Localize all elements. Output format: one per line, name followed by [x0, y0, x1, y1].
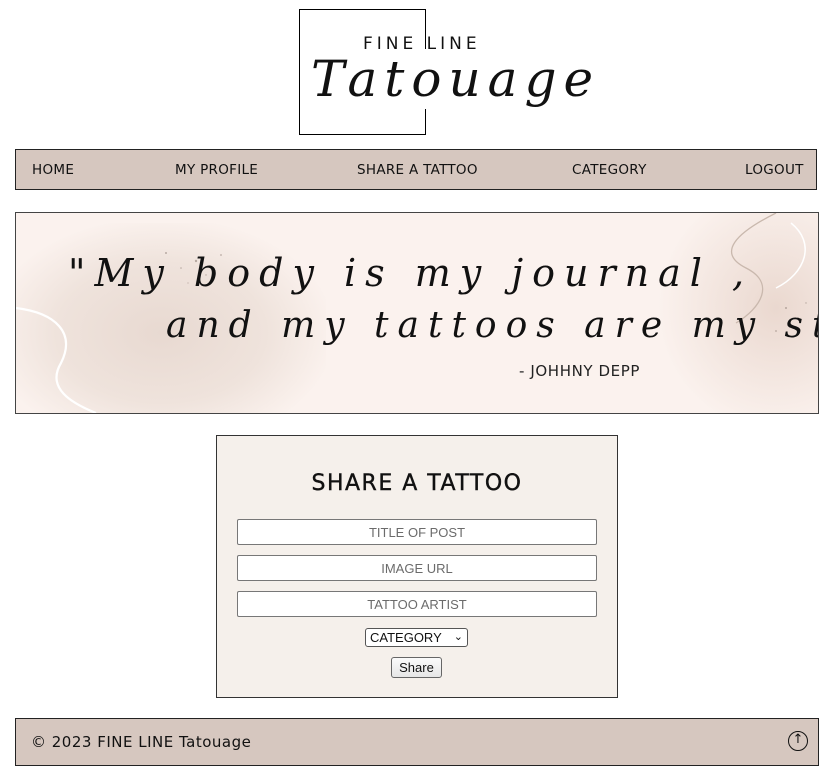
site-logo[interactable]: FINE LINE Tatouage — [299, 9, 605, 135]
nav-my-profile[interactable]: MY PROFILE — [175, 162, 258, 178]
share-tattoo-form: SHARE A TATTOO CATEGORY ⌄ Share — [216, 435, 618, 698]
form-heading: SHARE A TATTOO — [311, 471, 523, 496]
chevron-down-icon: ⌄ — [453, 631, 463, 643]
quote-author: - JOHHNY DEPP — [519, 362, 641, 380]
site-footer: © 2023 FINE LINE Tatouage ↑ — [15, 718, 819, 766]
category-selected-value: CATEGORY — [370, 630, 442, 645]
share-button[interactable]: Share — [391, 657, 442, 678]
arrow-up-circle-icon[interactable]: ↑ — [788, 731, 808, 751]
image-url-input[interactable] — [237, 555, 597, 581]
main-nav: HOME MY PROFILE SHARE A TATTOO CATEGORY … — [15, 149, 817, 190]
quote-line-1: "My body is my journal , — [68, 251, 754, 295]
nav-share-a-tattoo[interactable]: SHARE A TATTOO — [357, 162, 478, 178]
category-select[interactable]: CATEGORY ⌄ — [365, 628, 468, 647]
tattoo-artist-input[interactable] — [237, 591, 597, 617]
nav-category[interactable]: CATEGORY — [572, 162, 647, 178]
logo-tatouage: Tatouage — [309, 49, 605, 109]
nav-logout[interactable]: LOGOUT — [745, 162, 804, 178]
nav-home[interactable]: HOME — [32, 162, 74, 178]
quote-line-2: and my tattoos are my story." — [166, 305, 818, 346]
quote-banner: "My body is my journal , and my tattoos … — [15, 212, 819, 414]
footer-copyright: © 2023 FINE LINE Tatouage — [31, 733, 252, 751]
title-input[interactable] — [237, 519, 597, 545]
